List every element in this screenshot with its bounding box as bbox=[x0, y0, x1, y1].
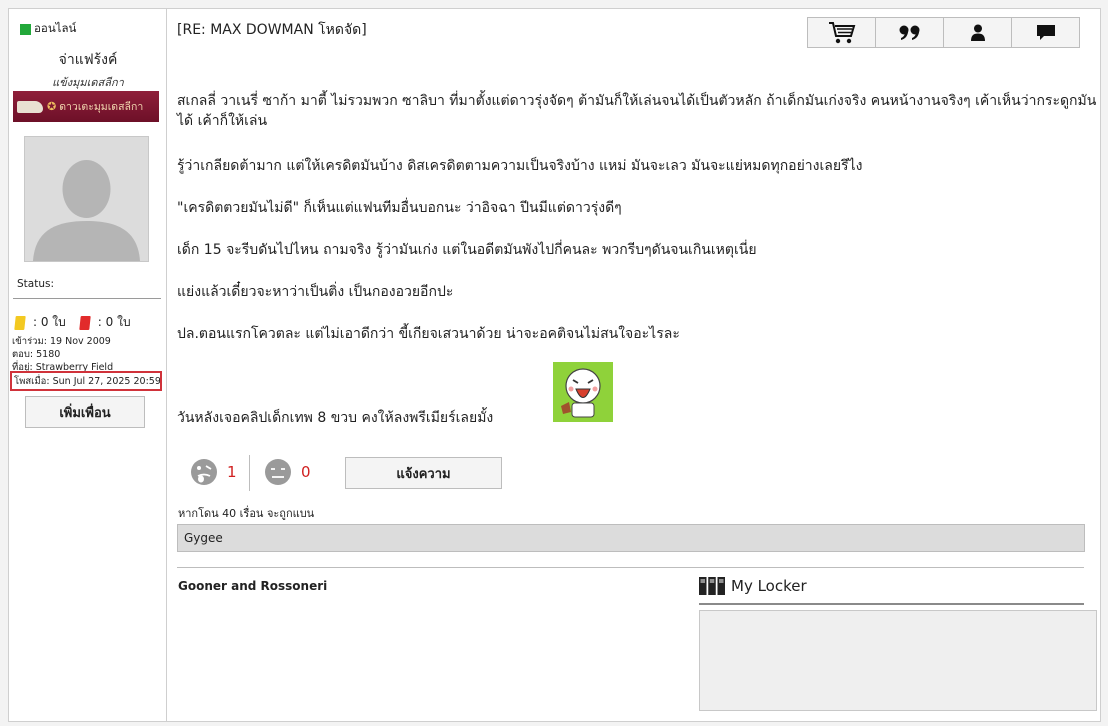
locker-box bbox=[699, 610, 1097, 711]
post-paragraph-6: ปล.ตอนแรกโควตละ แต่ไม่เอาดีกว่า ขี้เกียจ… bbox=[177, 326, 680, 342]
vote-divider bbox=[249, 455, 250, 491]
boot-icon bbox=[17, 100, 43, 113]
like-vote[interactable]: 1 bbox=[189, 457, 237, 487]
author-signature: Gooner and Rossoneri bbox=[178, 579, 328, 593]
add-friend-button[interactable]: เพิ่มเพื่อน bbox=[25, 396, 145, 428]
report-button[interactable]: แจ้งความ bbox=[345, 457, 502, 489]
dislike-vote[interactable]: 0 bbox=[263, 457, 311, 487]
star-icon: ✪ bbox=[47, 100, 57, 113]
reporter-list: Gygee bbox=[177, 524, 1085, 552]
dislike-count: 0 bbox=[301, 463, 311, 481]
profile-button[interactable] bbox=[943, 17, 1012, 48]
like-count: 1 bbox=[227, 463, 237, 481]
post-paragraph-7: วันหลังเจอคลิปเด็กเทพ 8 ขวบ คงให้ลงพรีเม… bbox=[177, 410, 494, 426]
online-status: ออนไลน์ bbox=[20, 20, 76, 38]
locker-title: My Locker bbox=[731, 577, 807, 595]
avatar[interactable] bbox=[24, 136, 149, 262]
message-button[interactable] bbox=[1011, 17, 1080, 48]
message-icon bbox=[1036, 25, 1055, 40]
cart-icon bbox=[828, 21, 855, 43]
rank-badge: ✪ ดาวเตะมุมเดสลีกา bbox=[13, 91, 159, 122]
post-paragraph-1: สเกลลี่ วาเนรี่ ซาก้า มาตี้ ไม่รวมพวก ซา… bbox=[177, 91, 1097, 131]
posted-at: โพสเมื่อ: Sun Jul 27, 2025 20:59 bbox=[10, 371, 162, 391]
yellow-card-count: : 0 ใบ bbox=[33, 315, 66, 329]
quote-icon bbox=[899, 25, 919, 40]
divider bbox=[13, 298, 161, 299]
red-card-icon bbox=[79, 315, 91, 330]
locker-underline bbox=[699, 603, 1084, 605]
post-paragraph-3: "เครดิตตวยมันไม่ดี" ก็เห็นแต่แฟนทีมอื่นบ… bbox=[177, 200, 622, 216]
online-dot-icon bbox=[20, 23, 31, 35]
locker-icon bbox=[699, 577, 725, 595]
post-paragraph-2: รู้ว่าเกลียดต้ามาก แต่ให้เครดิตมันบ้าง ด… bbox=[177, 158, 863, 174]
default-avatar-icon bbox=[25, 137, 148, 261]
user-icon bbox=[970, 24, 985, 41]
status-label: Status: bbox=[17, 278, 54, 290]
online-label: ออนไลน์ bbox=[34, 21, 77, 35]
quote-button[interactable] bbox=[875, 17, 944, 48]
rank-badge-text: ดาวเตะมุมเดสลีกา bbox=[59, 101, 144, 113]
post-text: สเกลลี่ วาเนรี่ ซาก้า มาตี้ ไม่รวมพวก ซา… bbox=[177, 93, 1097, 129]
author-panel: ออนไลน์ จ่าแฟร้งค์ แข้งมุมเดสลีกา ✪ ดาวเ… bbox=[9, 9, 167, 721]
author-info: เข้าร่วม: 19 Nov 2009 ตอบ: 5180 ที่อยู่:… bbox=[12, 335, 113, 374]
ban-note: หากโดน 40 เรื่อน จะถูกแบน bbox=[178, 507, 315, 520]
meh-face-icon bbox=[265, 459, 291, 485]
joined-date: เข้าร่วม: 19 Nov 2009 bbox=[12, 336, 111, 347]
post-paragraph-5: แย่งแล้วเดี๋ยวจะหาว่าเป็นติ่ง เป็นกองอวย… bbox=[177, 284, 454, 300]
locker-heading: My Locker bbox=[699, 577, 807, 595]
card-counts: : 0 ใบ : 0 ใบ bbox=[14, 313, 131, 332]
post-frame: ออนไลน์ จ่าแฟร้งค์ แข้งมุมเดสลีกา ✪ ดาวเ… bbox=[8, 8, 1101, 722]
reply-count: ตอบ: 5180 bbox=[12, 349, 61, 360]
laughing-emoticon-icon bbox=[553, 362, 613, 422]
cart-button[interactable] bbox=[807, 17, 876, 48]
red-card-count: : 0 ใบ bbox=[97, 315, 131, 329]
post-toolbar bbox=[807, 17, 1080, 48]
post-paragraph-4: เด็ก 15 จะรีบดันไปไหน ถามจริง รู้ว่ามันเ… bbox=[177, 242, 757, 258]
author-rank-title: แข้งมุมเดสลีกา bbox=[52, 76, 124, 89]
author-username[interactable]: จ่าแฟร้งค์ bbox=[9, 49, 167, 71]
tongue-face-icon bbox=[191, 459, 217, 485]
signature-divider bbox=[177, 567, 1084, 568]
yellow-card-icon bbox=[14, 315, 26, 330]
post-title: [RE: MAX DOWMAN โหดจัด] bbox=[177, 22, 367, 38]
